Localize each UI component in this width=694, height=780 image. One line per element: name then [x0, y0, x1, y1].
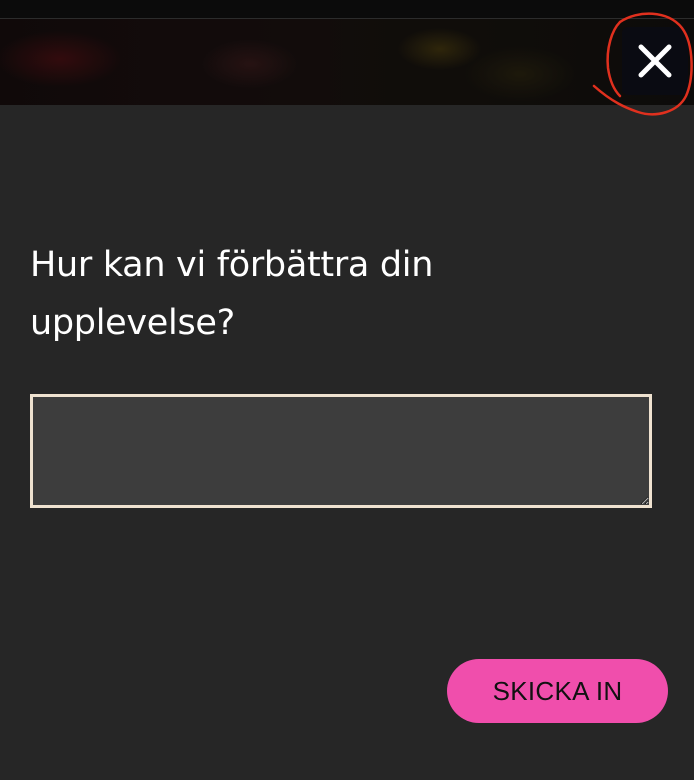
top-bar	[0, 0, 694, 19]
close-icon	[622, 27, 688, 95]
feedback-question: Hur kan vi förbättra din upplevelse?	[30, 236, 640, 352]
feedback-textarea[interactable]	[30, 394, 652, 508]
question-line-2: upplevelse?	[30, 303, 235, 343]
question-line-1: Hur kan vi förbättra din	[30, 245, 434, 285]
background-image-strip	[0, 19, 694, 105]
submit-button[interactable]: SKICKA IN	[447, 659, 668, 723]
close-button[interactable]	[622, 27, 688, 95]
